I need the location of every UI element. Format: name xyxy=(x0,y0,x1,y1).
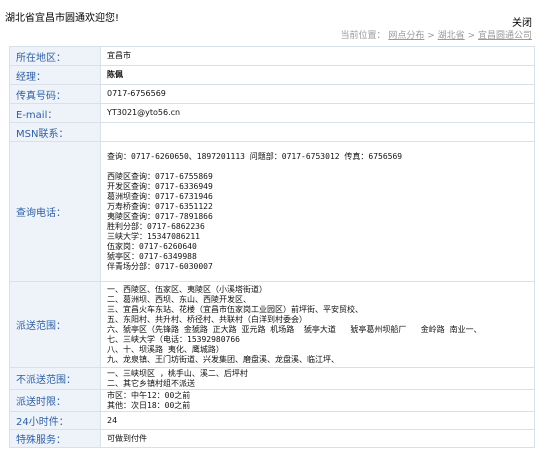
breadcrumb-company[interactable]: 宜昌圆通公司 xyxy=(478,31,532,41)
email-label: E-mail： xyxy=(9,103,101,123)
row-delivery-time: 派送时限： 市区：中午12：00之前 其他：次日18：00之前 xyxy=(9,389,535,412)
welcome-title: 湖北省宜昌市圆通欢迎您! xyxy=(5,13,120,24)
breadcrumb: 当前位置： 网点分布 > 湖北省 > 宜昌圆通公司 xyxy=(0,28,537,44)
phone-lines: 查询：0717-6260650、1897201113 问题部：0717-6753… xyxy=(107,151,403,271)
delivery-range-label: 派送范围： xyxy=(9,281,101,368)
phone-label: 查询电话： xyxy=(9,141,101,282)
row-fax: 传真号码： 0717-6756569 xyxy=(9,84,535,104)
close-link[interactable]: 关闭 xyxy=(512,14,532,29)
special-service-label: 特殊服务： xyxy=(9,429,101,448)
region-value: 宜昌市 xyxy=(100,46,535,66)
manager-value: 陈佩 xyxy=(100,65,535,85)
breadcrumb-network[interactable]: 网点分布 xyxy=(388,31,424,41)
msn-label: MSN联系： xyxy=(9,122,101,142)
row-region: 所在地区： 宜昌市 xyxy=(9,46,535,66)
branch-info-table: 所在地区： 宜昌市 经理： 陈佩 传真号码： 0717-6756569 E-ma… xyxy=(9,46,535,448)
phone-value: 查询：0717-6260650、1897201113 问题部：0717-6753… xyxy=(100,141,535,282)
delivery-range-lines: 一、西陵区、伍家区、夷陵区（小溪塔街道） 二、葛洲坝、西坝、东山、西陵开发区、 … xyxy=(107,284,482,364)
email-value: YT3021@yto56.cn xyxy=(100,103,535,123)
24h-value: 24 xyxy=(100,411,535,430)
row-no-delivery: 不派送范围： 一、三峡坝区 ，桃手山、溪二、后坪村 二、其它乡镇村组不派送 xyxy=(9,367,535,390)
row-24h: 24小时件： 24 xyxy=(9,411,535,430)
no-delivery-label: 不派送范围： xyxy=(9,367,101,390)
row-phone: 查询电话： 查询：0717-6260650、1897201113 问题部：071… xyxy=(9,141,535,282)
no-delivery-value: 一、三峡坝区 ，桃手山、溪二、后坪村 二、其它乡镇村组不派送 xyxy=(100,367,535,390)
breadcrumb-separator: > xyxy=(427,31,435,41)
msn-value xyxy=(100,122,535,142)
row-special-service: 特殊服务： 可做到付件 xyxy=(9,429,535,448)
row-manager: 经理： 陈佩 xyxy=(9,65,535,85)
delivery-time-label: 派送时限： xyxy=(9,389,101,412)
row-delivery-range: 派送范围： 一、西陵区、伍家区、夷陵区（小溪塔街道） 二、葛洲坝、西坝、东山、西… xyxy=(9,281,535,368)
delivery-time-lines: 市区：中午12：00之前 其他：次日18：00之前 xyxy=(107,390,191,410)
special-service-value: 可做到付件 xyxy=(100,429,535,448)
region-label: 所在地区： xyxy=(9,46,101,66)
no-delivery-lines: 一、三峡坝区 ，桃手山、溪二、后坪村 二、其它乡镇村组不派送 xyxy=(107,368,248,388)
breadcrumb-separator: > xyxy=(467,31,476,41)
breadcrumb-prefix: 当前位置： xyxy=(340,31,386,41)
row-msn: MSN联系： xyxy=(9,122,535,142)
fax-label: 传真号码： xyxy=(9,84,101,104)
row-email: E-mail： YT3021@yto56.cn xyxy=(9,103,535,123)
manager-label: 经理： xyxy=(9,65,101,85)
delivery-range-value: 一、西陵区、伍家区、夷陵区（小溪塔街道） 二、葛洲坝、西坝、东山、西陵开发区、 … xyxy=(100,281,535,368)
24h-label: 24小时件： xyxy=(9,411,101,430)
delivery-time-value: 市区：中午12：00之前 其他：次日18：00之前 xyxy=(100,389,535,412)
top-bar: 湖北省宜昌市圆通欢迎您! 关闭 xyxy=(0,0,537,29)
fax-value: 0717-6756569 xyxy=(100,84,535,104)
breadcrumb-province[interactable]: 湖北省 xyxy=(438,31,465,41)
